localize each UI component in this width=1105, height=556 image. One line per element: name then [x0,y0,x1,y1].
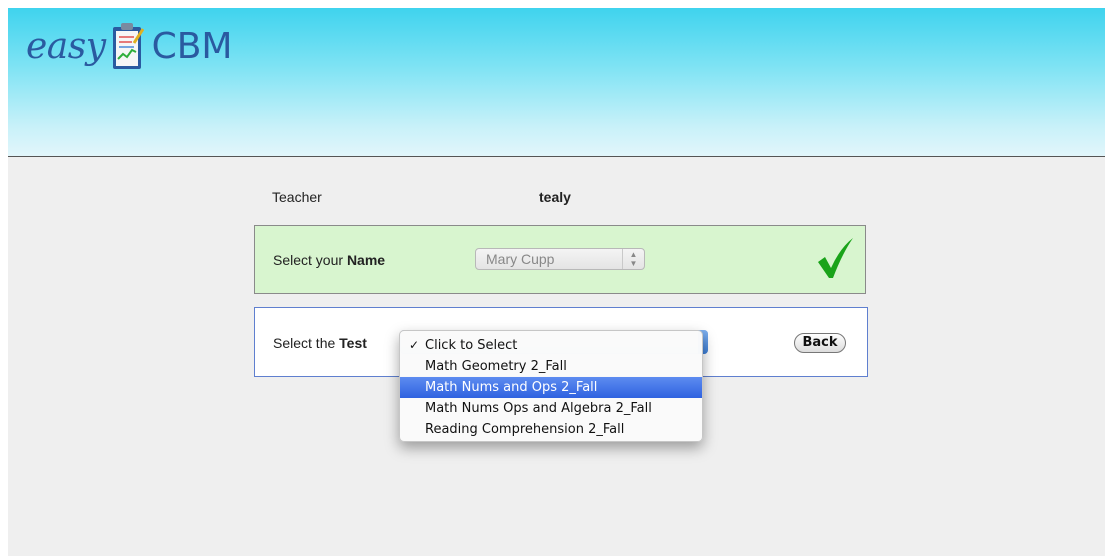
dropdown-option[interactable]: Reading Comprehension 2_Fall [400,419,702,440]
logo-text-easy: easy [26,25,106,67]
page: easy CBM Teacher tealy Select your Name … [8,8,1105,556]
test-dropdown-menu[interactable]: ✓ Click to Select Math Geometry 2_Fall Math… [399,330,703,442]
name-select-value: Mary Cupp [486,251,555,267]
dropdown-option[interactable]: Math Nums Ops and Algebra 2_Fall [400,398,702,419]
dropdown-option-label: Reading Comprehension 2_Fall [425,422,625,437]
dropdown-option-label: Click to Select [425,338,518,353]
teacher-label: Teacher [272,189,322,205]
select-name-label-bold: Name [346,252,386,268]
select-name-label: Select your Name [273,252,385,268]
select-arrows-icon: ▲ ▼ [622,249,644,269]
dropdown-option[interactable]: Math Geometry 2_Fall [400,356,702,377]
green-checkmark-icon [818,238,853,278]
checkmark-icon: ✓ [409,338,420,352]
select-name-label-prefix: Select your [273,252,347,268]
select-test-label-prefix: Select the [273,335,340,351]
select-test-label: Select the Test [273,335,367,351]
dropdown-option[interactable]: Math Nums and Ops 2_Fall [400,377,702,398]
dropdown-option-label: Math Nums and Ops 2_Fall [425,380,598,395]
select-name-panel: Select your Name Mary Cupp ▲ ▼ [254,225,866,294]
name-select[interactable]: Mary Cupp ▲ ▼ [475,248,645,270]
logo-text-cbm: CBM [151,25,233,67]
back-button[interactable]: Back [794,333,846,353]
dropdown-option-label: Math Nums Ops and Algebra 2_Fall [425,401,652,416]
select-test-label-bold: Test [339,335,367,351]
header: easy CBM [8,8,1105,157]
teacher-row: Teacher tealy [272,186,882,210]
dropdown-option-label: Math Geometry 2_Fall [425,359,567,374]
dropdown-option[interactable]: ✓ Click to Select [400,335,702,356]
teacher-name: tealy [539,189,571,205]
easycbm-logo: easy CBM [26,16,233,76]
clipboard-icon [112,23,144,69]
